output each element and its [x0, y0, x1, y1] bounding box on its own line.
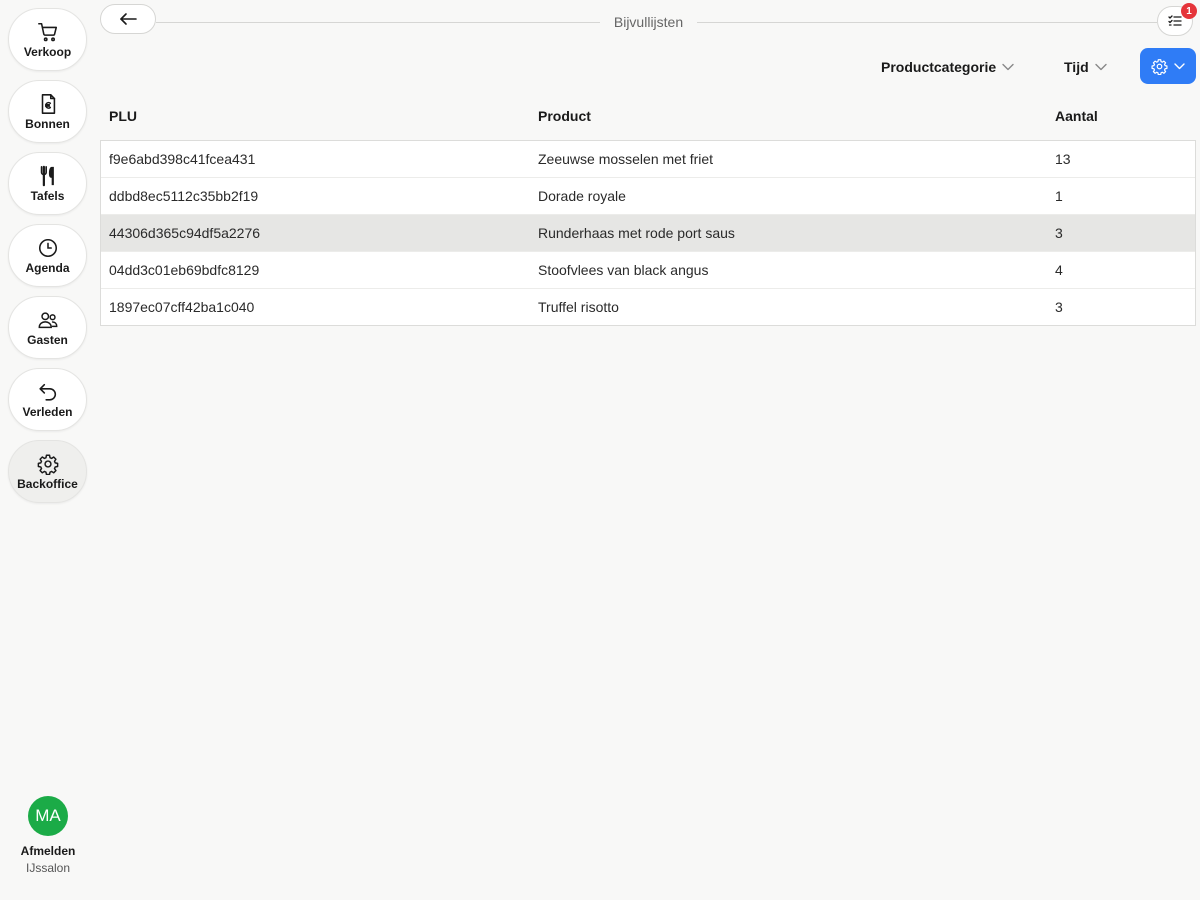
page-title: Bijvullijsten [613, 14, 684, 30]
category-filter-dropdown[interactable]: Productcategorie [881, 57, 1014, 77]
logout-link[interactable]: Afmelden [21, 844, 76, 858]
table-row[interactable]: 04dd3c01eb69bdfc8129 Stoofvlees van blac… [101, 252, 1195, 289]
cell-plu: f9e6abd398c41fcea431 [109, 151, 256, 167]
chevron-down-icon [1094, 63, 1107, 71]
back-button[interactable] [100, 4, 156, 34]
cell-aantal: 3 [1055, 299, 1063, 315]
arrow-left-icon [120, 13, 137, 25]
cell-aantal: 4 [1055, 262, 1063, 278]
cart-icon [37, 21, 59, 43]
sidebar-item-gasten[interactable]: Gasten [8, 296, 87, 359]
refill-table: f9e6abd398c41fcea431 Zeeuwse mosselen me… [100, 140, 1196, 326]
column-header-product[interactable]: Product [538, 108, 591, 124]
sidebar-item-bonnen[interactable]: Bonnen [8, 80, 87, 143]
cell-product: Stoofvlees van black angus [538, 262, 709, 278]
user-block: MA Afmelden IJssalon [0, 796, 96, 875]
clock-icon [37, 237, 59, 259]
cell-plu: 44306d365c94df5a2276 [109, 225, 261, 241]
sidebar-item-label: Gasten [27, 332, 68, 347]
notification-badge: 1 [1181, 3, 1197, 19]
chevron-down-icon [1174, 62, 1185, 69]
cell-aantal: 1 [1055, 188, 1063, 204]
gear-icon [37, 453, 59, 475]
sidebar-item-label: Verkoop [23, 44, 72, 59]
sidebar: Verkoop Bonnen Tafels Agenda Gasten Verl… [0, 0, 96, 900]
column-header-aantal[interactable]: Aantal [1055, 108, 1098, 124]
cell-aantal: 13 [1055, 151, 1071, 167]
cell-plu: ddbd8ec5112c35bb2f19 [109, 188, 259, 204]
header-divider [697, 22, 1157, 23]
sidebar-item-backoffice[interactable]: Backoffice [8, 440, 87, 503]
sidebar-item-label: Tafels [30, 188, 65, 203]
venue-name: IJssalon [25, 861, 71, 875]
cell-product: Runderhaas met rode port saus [538, 225, 735, 241]
checklist-icon [1168, 15, 1182, 26]
sidebar-item-label: Bonnen [25, 116, 70, 131]
sidebar-item-verkoop[interactable]: Verkoop [8, 8, 87, 71]
cutlery-icon [37, 165, 59, 187]
gear-icon [1151, 58, 1168, 75]
time-filter-label: Tijd [1064, 59, 1089, 75]
sidebar-item-verleden[interactable]: Verleden [8, 368, 87, 431]
sidebar-item-agenda[interactable]: Agenda [8, 224, 87, 287]
cell-product: Truffel risotto [538, 299, 619, 315]
cell-aantal: 3 [1055, 225, 1063, 241]
users-icon [37, 309, 59, 331]
category-filter-label: Productcategorie [881, 59, 997, 75]
cell-product: Dorade royale [538, 188, 626, 204]
table-row[interactable]: 1897ec07cff42ba1c040 Truffel risotto 3 [101, 289, 1195, 326]
table-row[interactable]: 44306d365c94df5a2276 Runderhaas met rode… [101, 215, 1195, 252]
sidebar-item-label: Verleden [22, 404, 73, 419]
settings-dropdown-button[interactable] [1140, 48, 1196, 84]
chevron-down-icon [1002, 63, 1014, 71]
header-divider [156, 22, 600, 23]
sidebar-item-label: Backoffice [17, 476, 78, 491]
cell-plu: 1897ec07cff42ba1c040 [109, 299, 255, 315]
column-header-plu[interactable]: PLU [109, 108, 137, 124]
sidebar-item-tafels[interactable]: Tafels [8, 152, 87, 215]
time-filter-dropdown[interactable]: Tijd [1064, 57, 1107, 77]
cell-plu: 04dd3c01eb69bdfc8129 [109, 262, 260, 278]
table-row[interactable]: ddbd8ec5112c35bb2f19 Dorade royale 1 [101, 178, 1195, 215]
avatar[interactable]: MA [28, 796, 68, 836]
cell-product: Zeeuwse mosselen met friet [538, 151, 714, 167]
undo-arrow-icon [37, 381, 59, 403]
table-row[interactable]: f9e6abd398c41fcea431 Zeeuwse mosselen me… [101, 141, 1195, 178]
sidebar-item-label: Agenda [25, 260, 70, 275]
receipt-euro-icon [37, 93, 59, 115]
